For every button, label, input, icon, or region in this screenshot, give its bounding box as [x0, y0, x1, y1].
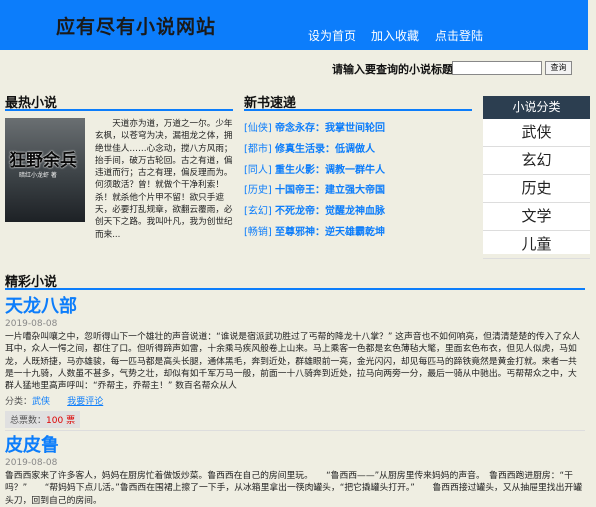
new-books-list: [仙侠] 帝念永存：我掌世间轮回 [都市] 修真生活录：低调做人 [同人] 重生…: [244, 119, 385, 244]
book-date: 2019-08-08: [5, 319, 58, 329]
cover-author: 暗红小龙虾 著: [19, 172, 57, 179]
new-book-tag: [都市]: [244, 143, 272, 155]
new-book-title[interactable]: 十国帝王：建立强大帝国: [275, 185, 385, 196]
book-title[interactable]: 天龙八部: [5, 297, 585, 317]
category-item-xuanhuan[interactable]: 玄幻: [483, 147, 590, 175]
nav-set-homepage[interactable]: 设为首页: [308, 27, 356, 44]
new-book-tag: [历史]: [244, 185, 272, 197]
votes-badge: 总票数：100 票: [5, 411, 81, 429]
hot-heading-underline: [5, 109, 233, 111]
new-book-title[interactable]: 重生火影：调教一群牛人: [275, 165, 385, 176]
book-date: 2019-08-08: [5, 458, 58, 468]
category-heading: 小说分类: [483, 96, 590, 119]
book-excerpt: 一片嘈杂叫嚷之中，忽听得山下一个雄壮的声音说道：“谁说是宿派武功胜过了丐帮的降龙…: [5, 332, 580, 392]
header-bar: 应有尽有小说网站 设为首页 加入收藏 点击登陆: [0, 0, 588, 50]
votes-unit: 票: [66, 416, 76, 427]
new-book-item[interactable]: [同人] 重生火影：调教一群牛人: [244, 161, 385, 182]
new-book-tag: [玄幻]: [244, 206, 272, 218]
category-item-history[interactable]: 历史: [483, 175, 590, 203]
search-input[interactable]: [452, 61, 542, 75]
new-book-item[interactable]: [畅销] 至尊邪神：逆天雄霸乾坤: [244, 223, 385, 244]
new-book-title[interactable]: 至尊邪神：逆天雄霸乾坤: [275, 227, 385, 238]
votes-count: 100: [46, 416, 64, 427]
book-cover-image[interactable]: 狂野余兵 暗红小龙虾 著: [5, 118, 85, 222]
new-book-item[interactable]: [玄幻] 不死龙帝：觉醒龙神血脉: [244, 202, 385, 223]
selected-underline: [5, 288, 585, 290]
book-category-link[interactable]: 武侠: [32, 397, 50, 407]
new-book-title[interactable]: 帝念永存：我掌世间轮回: [275, 123, 385, 134]
book-entry: 天龙八部 2019-08-08 一片嘈杂叫嚷之中，忽听得山下一个雄壮的声音说道：…: [5, 297, 585, 429]
new-book-title[interactable]: 不死龙帝：觉醒龙神血脉: [275, 206, 385, 217]
book-excerpt: 鲁西西家来了许多客人，妈妈在厨房忙着做饭炒菜。鲁西西在自己的房间里玩。 “鲁西西…: [5, 471, 582, 506]
new-book-title[interactable]: 修真生活录：低调做人: [275, 144, 375, 155]
search-label: 请输入要查询的小说标题：: [332, 63, 464, 76]
hot-description: 天道亦为道，万道之一尔。少年玄枫，以苍穹为决，漏祖龙之体，拥绝世佳人……心念动，…: [95, 119, 233, 240]
cover-title: 狂野余兵: [9, 151, 77, 171]
new-book-tag: [畅销]: [244, 226, 272, 238]
search-button[interactable]: 查询: [545, 61, 572, 75]
category-label: 分类：: [5, 397, 33, 408]
review-link[interactable]: 我要评论: [67, 397, 103, 407]
new-book-item[interactable]: [仙侠] 帝念永存：我掌世间轮回: [244, 119, 385, 140]
votes-label: 总票数：: [10, 416, 47, 427]
new-book-tag: [同人]: [244, 164, 272, 176]
nav-add-favorite[interactable]: 加入收藏: [371, 27, 419, 44]
book-title[interactable]: 皮皮鲁: [5, 436, 585, 456]
book-meta: 分类：武侠 我要评论: [5, 394, 585, 407]
category-item-children[interactable]: 儿童: [483, 231, 590, 259]
new-book-item[interactable]: [历史] 十国帝王：建立强大帝国: [244, 181, 385, 202]
category-item-wuxia[interactable]: 武侠: [483, 119, 590, 147]
site-title: 应有尽有小说网站: [56, 16, 217, 38]
new-books-underline: [244, 109, 472, 111]
category-panel: 小说分类 武侠 玄幻 历史 文学 儿童: [483, 96, 590, 259]
new-book-item[interactable]: [都市] 修真生活录：低调做人: [244, 140, 385, 161]
nav-login[interactable]: 点击登陆: [435, 27, 483, 44]
book-entry: 皮皮鲁 2019-08-08 鲁西西家来了许多客人，妈妈在厨房忙着做饭炒菜。鲁西…: [5, 436, 585, 507]
divider: [5, 430, 585, 431]
category-item-literature[interactable]: 文学: [483, 203, 590, 231]
new-book-tag: [仙侠]: [244, 123, 272, 134]
